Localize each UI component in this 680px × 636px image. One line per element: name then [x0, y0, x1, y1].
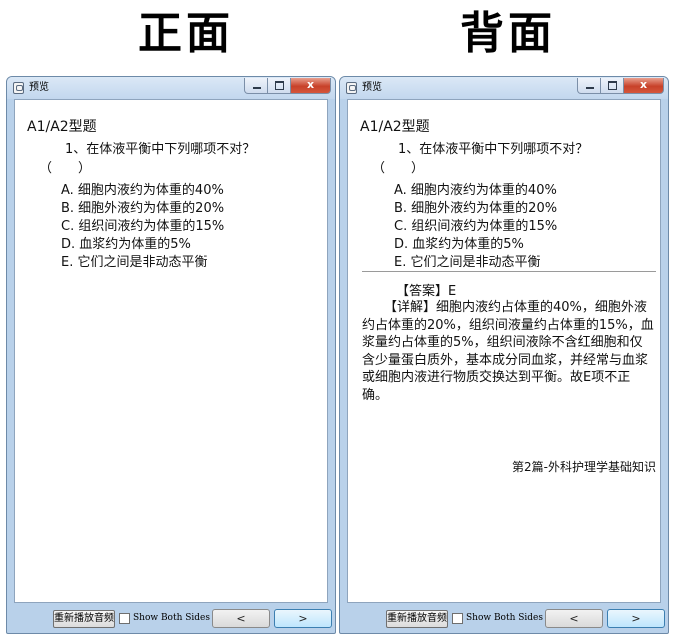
card-preview-icon	[13, 82, 24, 94]
card-content: A1/A2型题 1、在体液平衡中下列哪项不对？ （ ） A. 细胞内液约为体重的…	[347, 99, 661, 603]
bottom-toolbar: 重新播放音频 Show Both Sides < >	[7, 603, 335, 633]
title-bar[interactable]: 预览 x	[340, 77, 668, 99]
close-icon[interactable]: x	[291, 78, 331, 94]
show-both-sides-checkbox[interactable]	[119, 613, 130, 624]
question-text: 1、在体液平衡中下列哪项不对？	[65, 142, 256, 157]
source-chapter: 第2篇-外科护理学基础知识	[512, 460, 656, 474]
answer-blank: （ ）	[372, 161, 425, 176]
prev-button[interactable]: <	[212, 609, 270, 628]
close-icon[interactable]: x	[624, 78, 664, 94]
minimize-icon[interactable]	[577, 78, 601, 94]
bottom-toolbar: 重新播放音频 Show Both Sides < >	[340, 603, 668, 633]
show-both-sides-label[interactable]: Show Both Sides	[466, 612, 543, 625]
option-c: C. 组织间液约为体重的15%	[61, 219, 225, 234]
option-d: D. 血浆约为体重的5%	[394, 237, 524, 252]
option-c: C. 组织间液约为体重的15%	[394, 219, 558, 234]
maximize-icon[interactable]	[268, 78, 291, 94]
show-both-sides-label[interactable]: Show Both Sides	[133, 612, 210, 625]
title-bar[interactable]: 预览 x	[7, 77, 335, 99]
maximize-icon[interactable]	[601, 78, 624, 94]
answer-divider	[362, 271, 656, 272]
answer-blank: （ ）	[39, 161, 92, 176]
option-e: E. 它们之间是非动态平衡	[394, 255, 541, 270]
prev-button[interactable]: <	[545, 609, 603, 628]
back-preview-window: 预览 x A1/A2型题 1、在体液平衡中下列哪项不对？ （ ） A. 细胞内液…	[339, 76, 669, 634]
option-a: A. 细胞内液约为体重的40%	[61, 183, 224, 198]
question-section: A1/A2型题	[360, 119, 430, 135]
card-preview-icon	[346, 82, 357, 94]
option-b: B. 细胞外液约为体重的20%	[394, 201, 558, 216]
card-content: A1/A2型题 1、在体液平衡中下列哪项不对？ （ ） A. 细胞内液约为体重的…	[14, 99, 328, 603]
option-b: B. 细胞外液约为体重的20%	[61, 201, 225, 216]
question-text: 1、在体液平衡中下列哪项不对？	[398, 142, 589, 157]
replay-audio-button[interactable]: 重新播放音频	[53, 610, 115, 628]
option-a: A. 细胞内液约为体重的40%	[394, 183, 557, 198]
window-title: 预览	[362, 82, 382, 93]
next-button[interactable]: >	[607, 609, 665, 628]
question-section: A1/A2型题	[27, 119, 97, 135]
window-title: 预览	[29, 82, 49, 93]
minimize-icon[interactable]	[244, 78, 268, 94]
front-preview-window: 预览 x A1/A2型题 1、在体液平衡中下列哪项不对？ （ ） A. 细胞内液…	[6, 76, 336, 634]
front-heading: 正面	[138, 8, 234, 59]
next-button[interactable]: >	[274, 609, 332, 628]
back-heading: 背面	[460, 8, 556, 59]
option-e: E. 它们之间是非动态平衡	[61, 255, 208, 270]
replay-audio-button[interactable]: 重新播放音频	[386, 610, 448, 628]
show-both-sides-checkbox[interactable]	[452, 613, 463, 624]
answer-label: 【答案】E	[396, 284, 457, 299]
option-d: D. 血浆约为体重的5%	[61, 237, 191, 252]
answer-explanation: 【详解】细胞内液约占体重的40%，细胞外液约占体重的20%，组织间液量约占体重的…	[362, 300, 654, 403]
